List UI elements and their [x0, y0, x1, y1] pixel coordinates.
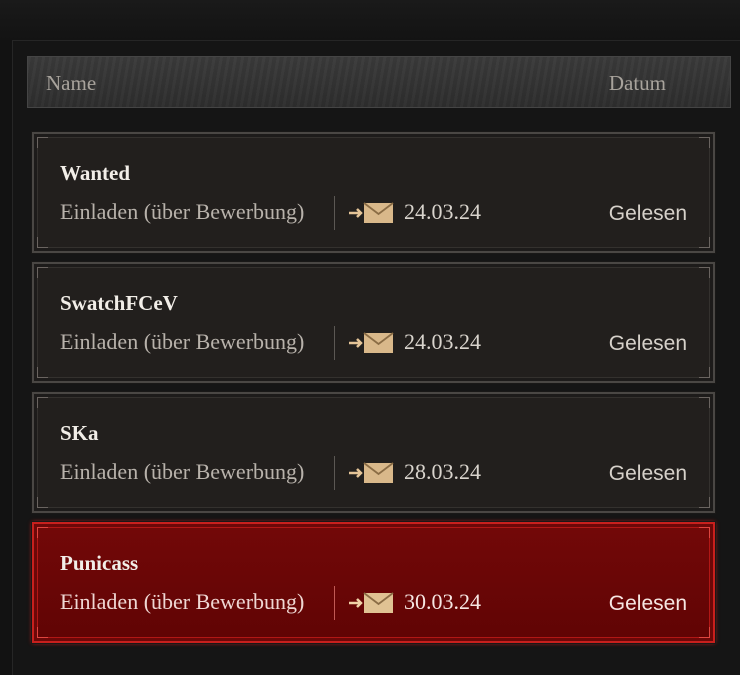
status-label: Gelesen: [608, 592, 687, 615]
frame-corner: [699, 627, 710, 638]
date: 24.03.24: [404, 199, 481, 224]
request-type: Einladen (über Bewerbung): [60, 329, 305, 354]
envelope-arrow-icon: [349, 592, 394, 613]
date: 28.03.24: [404, 459, 481, 484]
list-item-0[interactable]: Wanted Einladen (über Bewerbung) 24.03.2…: [31, 131, 716, 254]
status-label: Gelesen: [608, 462, 687, 485]
list-item-1[interactable]: SwatchFCeV Einladen (über Bewerbung) 24.…: [31, 261, 716, 384]
column-header-name[interactable]: Name: [46, 71, 96, 96]
top-frame: [0, 0, 740, 40]
player-name: Wanted: [60, 161, 131, 185]
request-type: Einladen (über Bewerbung): [60, 589, 305, 614]
frame-corner: [699, 397, 710, 408]
player-name: Punicass: [60, 551, 139, 575]
status-label: Gelesen: [608, 332, 687, 355]
envelope-arrow-icon: [349, 202, 394, 223]
status-label: Gelesen: [608, 202, 687, 225]
column-header-date[interactable]: Datum: [609, 71, 666, 96]
date: 24.03.24: [404, 329, 481, 354]
frame-corner: [699, 497, 710, 508]
list-item-3-selected[interactable]: Punicass Einladen (über Bewerbung) 30.03…: [31, 521, 716, 644]
date: 30.03.24: [404, 589, 481, 614]
frame-corner: [699, 237, 710, 248]
frame-corner: [699, 527, 710, 538]
frame-corner: [37, 627, 48, 638]
divider: [334, 326, 335, 360]
frame-corner: [37, 367, 48, 378]
envelope-arrow-icon: [349, 462, 394, 483]
divider: [334, 196, 335, 230]
divider: [334, 456, 335, 490]
list-item-2[interactable]: SKa Einladen (über Bewerbung) 28.03.24 G…: [31, 391, 716, 514]
list-header: Name Datum: [27, 56, 731, 108]
frame-corner: [37, 267, 48, 278]
frame-corner: [37, 137, 48, 148]
frame-corner: [699, 367, 710, 378]
request-type: Einladen (über Bewerbung): [60, 199, 305, 224]
player-name: SKa: [60, 421, 99, 445]
frame-corner: [37, 527, 48, 538]
request-type: Einladen (über Bewerbung): [60, 459, 305, 484]
frame-corner: [37, 497, 48, 508]
frame-corner: [37, 237, 48, 248]
frame-corner: [699, 137, 710, 148]
envelope-arrow-icon: [349, 332, 394, 353]
player-name: SwatchFCeV: [60, 291, 178, 315]
divider: [334, 586, 335, 620]
frame-corner: [37, 397, 48, 408]
frame-corner: [699, 267, 710, 278]
